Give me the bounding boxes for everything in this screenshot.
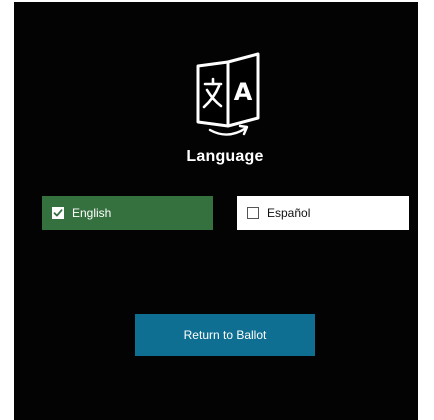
checkbox-checked[interactable] <box>52 207 64 219</box>
language-option-espanol[interactable]: Español <box>237 196 409 230</box>
checkbox-unchecked[interactable] <box>247 207 259 219</box>
translate-icon: A <box>190 52 266 138</box>
page-title: Language <box>186 148 264 165</box>
return-to-ballot-button[interactable]: Return to Ballot <box>135 314 315 356</box>
check-icon <box>53 209 63 217</box>
language-option-label: Español <box>267 206 311 220</box>
language-option-english[interactable]: English <box>42 196 213 230</box>
svg-text:A: A <box>234 78 253 106</box>
language-option-label: English <box>72 206 112 220</box>
language-screen: A Language English Español Return to Bal… <box>14 2 418 420</box>
